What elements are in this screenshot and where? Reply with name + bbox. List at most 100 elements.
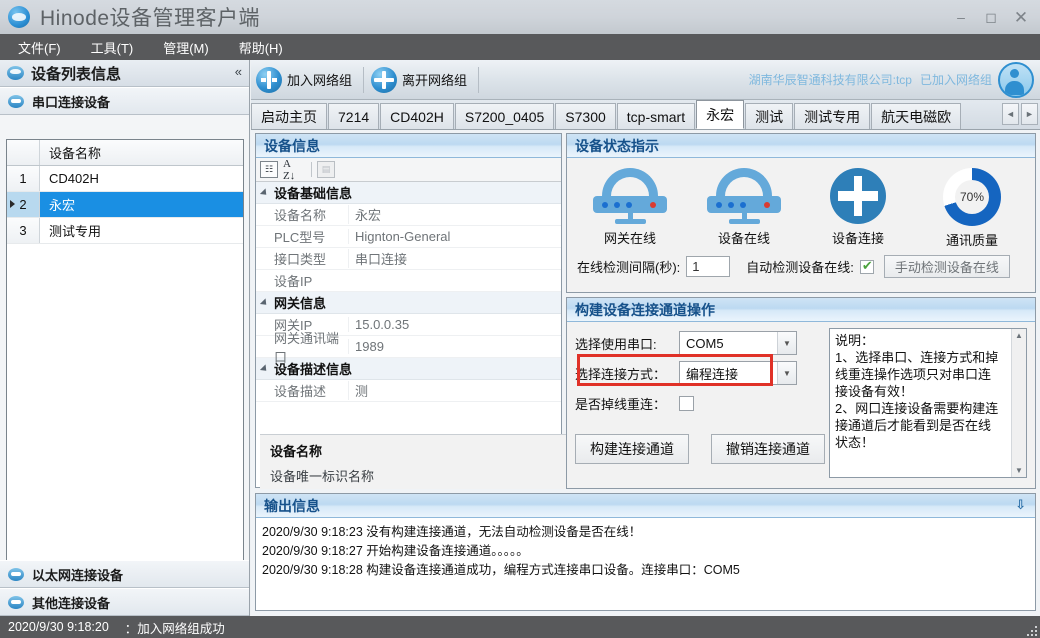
avatar[interactable] [998,62,1034,98]
table-row[interactable]: 3 测试专用 [7,218,243,244]
output-log: 2020/9/30 9:18:23 没有构建连接通道，无法自动检测设备是否在线！… [256,518,1035,585]
property-group-description[interactable]: 设备描述信息 [256,358,561,380]
status-message: ：加入网络组成功 [125,618,225,637]
detection-settings-row: 在线检测间隔(秒): 1 自动检测设备在线: 手动检测设备在线 [567,249,1035,278]
note-line: 线重连操作选项只对串口连 [835,366,1006,383]
tab-s7300[interactable]: S7300 [555,103,615,129]
join-network-group-button[interactable]: 加入网络组 [251,63,361,97]
table-row[interactable]: 1 CD402H [7,166,243,192]
reconnect-row: 是否掉线重连： [575,388,815,418]
menu-manage[interactable]: 管理(M) [151,35,221,60]
property-row-interface-type[interactable]: 接口类型 串口连接 [256,248,561,270]
menu-bar: 文件(F) 工具(T) 管理(M) 帮助(H) [0,34,1040,60]
note-line: 接设备有效！ [835,383,1006,400]
row-device-name: CD402H [40,166,243,191]
maximize-button[interactable]: ◻ [976,5,1006,29]
chevron-down-icon[interactable]: ⇩ [1015,497,1026,513]
tab-scroll-left-icon[interactable]: ◄ [1002,103,1019,125]
serial-port-select[interactable]: COM5 ▼ [679,331,797,355]
categorize-icon[interactable]: ☷ [260,161,278,178]
tab-aerospace-em[interactable]: 航天电磁欧 [871,103,961,129]
property-row-description[interactable]: 设备描述 测 [256,380,561,402]
indicator-device-connection: 设备连接 [806,168,910,247]
tab-yonghong-active[interactable]: 永宏 [696,100,744,129]
property-grid-toolbar: ☷ A Z↓ ▤ [256,158,561,182]
log-line: 2020/9/30 9:18:28 构建设备连接通道成功，编程方式连接串口设备。… [262,561,1029,580]
collapse-sidebar-button[interactable]: « [235,64,242,79]
menu-help[interactable]: 帮助(H) [227,35,295,60]
table-header: 设备名称 [7,140,243,166]
table-row-selected[interactable]: 2 永宏 [7,192,243,218]
close-button[interactable]: ✕ [1006,5,1036,29]
group-label: 设备描述信息 [274,359,352,378]
tab-7214[interactable]: 7214 [328,103,379,129]
ethernet-device-icon [8,568,24,581]
sidebar-item-other-devices[interactable]: 其他连接设备 [0,588,249,616]
build-channel-button[interactable]: 构建连接通道 [575,434,689,464]
reconnect-checkbox[interactable] [679,396,694,411]
manual-detect-button[interactable]: 手动检测设备在线 [884,255,1010,278]
tab-test[interactable]: 测试 [745,103,793,129]
tab-s7200-0405[interactable]: S7200_0405 [455,103,554,129]
resize-grip[interactable] [1025,624,1037,636]
property-row-gateway-port[interactable]: 网关通讯端口 1989 [256,336,561,358]
leave-network-group-button[interactable]: 离开网络组 [366,63,476,97]
tab-test-dedicated[interactable]: 测试专用 [794,103,870,129]
sidebar-item-ethernet-devices[interactable]: 以太网连接设备 [0,560,249,588]
interval-input[interactable]: 1 [686,256,730,277]
instructions-text: 说明： 1、选择串口、连接方式和掉 线重连操作选项只对串口连 接设备有效！ 2、… [830,329,1011,477]
property-key: 设备名称 [256,205,348,224]
device-info-panel: 设备信息 ☷ A Z↓ ▤ 设备基础信息 设备名称 永宏 PLC型号 Hign [255,133,562,488]
menu-file[interactable]: 文件(F) [6,35,73,60]
property-value: 测 [348,381,561,400]
toolbar-account-area: 湖南华辰智通科技有限公司:tcp 已加入网络组 [749,62,1040,98]
property-row-device-ip[interactable]: 设备IP [256,270,561,292]
sidebar-bottom-sections: 以太网连接设备 其他连接设备 [0,560,249,616]
note-line: 2、网口连接设备需要构建连 [835,400,1006,417]
row-index: 3 [7,218,40,243]
tab-cd402h[interactable]: CD402H [380,103,454,129]
auto-detect-checkbox[interactable] [860,260,874,274]
content-area: 设备信息 ☷ A Z↓ ▤ 设备基础信息 设备名称 永宏 PLC型号 Hign [251,130,1040,616]
tab-scroll-right-icon[interactable]: ► [1021,103,1038,125]
chevron-down-icon[interactable]: ▼ [777,362,796,384]
status-bar: 2020/9/30 9:18:20 ：加入网络组成功 [0,616,1040,638]
reconnect-label: 是否掉线重连： [575,394,679,413]
build-channel-actions: 构建连接通道 撤销连接通道 [575,434,825,464]
property-row-device-name[interactable]: 设备名称 永宏 [256,204,561,226]
scroll-up-icon[interactable]: ▲ [1015,331,1023,340]
auto-detect-label: 自动检测设备在线: [746,257,854,276]
property-key: 接口类型 [256,249,348,268]
sidebar-header: 设备列表信息 « [0,60,249,87]
tab-tcp-smart[interactable]: tcp-smart [617,103,695,129]
chevron-down-icon[interactable]: ▼ [777,332,796,354]
cancel-channel-button[interactable]: 撤销连接通道 [711,434,825,464]
sidebar-item-label: 以太网连接设备 [32,565,123,584]
tab-home[interactable]: 启动主页 [251,103,327,129]
device-table: 设备名称 1 CD402H 2 永宏 3 测试专用 [6,139,244,604]
indicator-gateway-online: 网关在线 [578,168,682,247]
joined-status-label: 已加入网络组 [920,71,992,88]
application-window: Hinode设备管理客户端 – ◻ ✕ 文件(F) 工具(T) 管理(M) 帮助… [0,0,1040,638]
property-row-plc-model[interactable]: PLC型号 Hignton-General [256,226,561,248]
sidebar-item-serial-devices[interactable]: 串口连接设备 [0,87,249,115]
indicator-label: 设备在线 [692,228,796,247]
donut-value: 70% [955,180,989,214]
output-title: 输出信息 ⇩ [256,494,1035,518]
log-line: 2020/9/30 9:18:23 没有构建连接通道，无法自动检测设备是否在线！ [262,523,1029,542]
instructions-box: 说明： 1、选择串口、连接方式和掉 线重连操作选项只对串口连 接设备有效！ 2、… [829,328,1027,478]
property-group-basic[interactable]: 设备基础信息 [256,182,561,204]
toolbar-separator [478,67,479,93]
main-toolbar: 加入网络组 离开网络组 湖南华辰智通科技有限公司:tcp 已加入网络组 [251,60,1040,100]
note-line: 接通道后才能看到是否在线 [835,417,1006,434]
company-label: 湖南华辰智通科技有限公司:tcp [749,71,912,88]
property-group-gateway[interactable]: 网关信息 [256,292,561,314]
scroll-down-icon[interactable]: ▼ [1015,466,1023,475]
menu-tools[interactable]: 工具(T) [79,35,146,60]
toolbar-separator [363,67,364,93]
sort-alphabetical-icon[interactable]: A Z↓ [283,161,301,178]
device-status-panel: 设备状态指示 网关在线 设备在线 [566,133,1036,293]
row-index: 2 [7,192,40,217]
instructions-scrollbar[interactable]: ▲ ▼ [1011,329,1026,477]
minimize-button[interactable]: – [946,5,976,29]
